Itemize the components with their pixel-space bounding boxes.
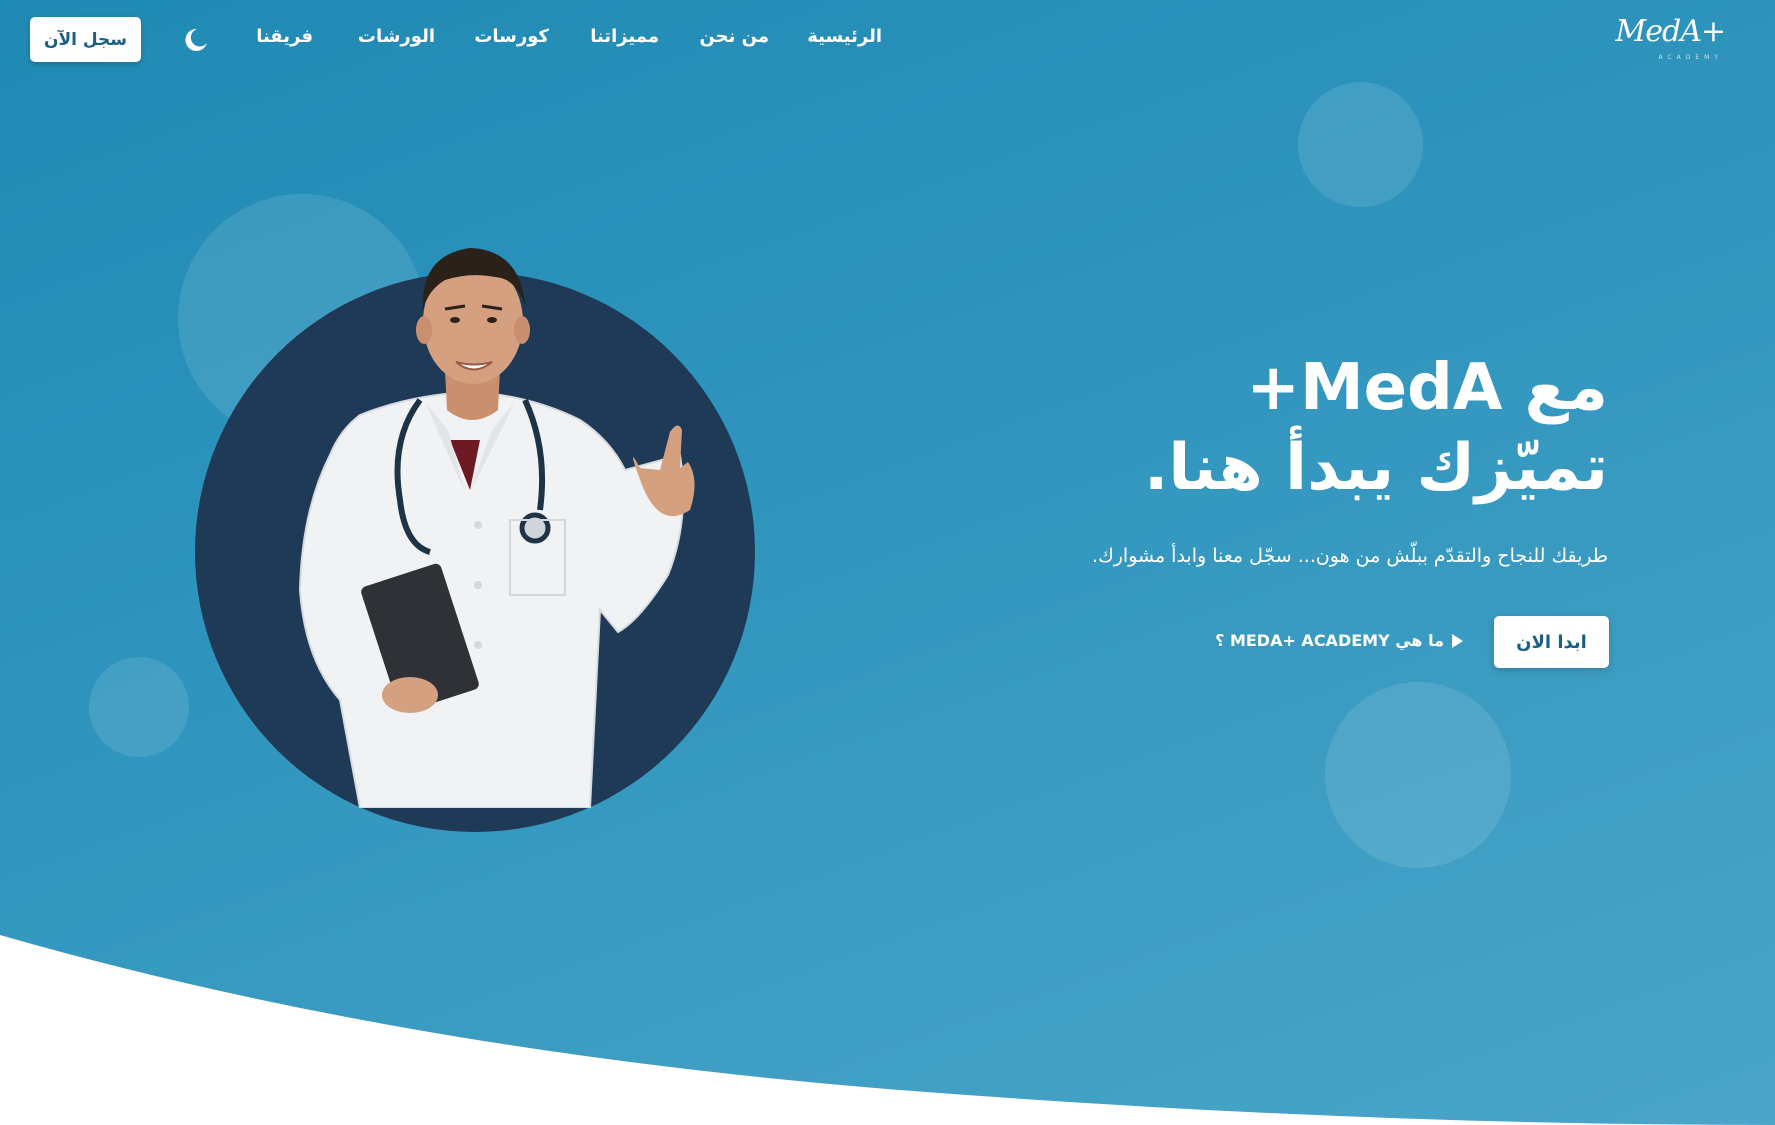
hero-subtitle: طريقك للنجاح والتقدّم ببلّش من هون... سج…: [1092, 545, 1608, 567]
what-is-academy-link[interactable]: ما هي MEDA+ ACADEMY ؟: [1215, 631, 1463, 650]
nav-link-home[interactable]: الرئيسية: [807, 26, 882, 47]
landing-page: MedA+ ACADEMY الرئيسية من نحن مميزاتنا ك…: [0, 0, 1775, 1125]
nav-link-about[interactable]: من نحن: [699, 26, 769, 47]
nav-link-courses[interactable]: كورسات: [474, 26, 549, 47]
register-button[interactable]: سجل الآن: [30, 17, 141, 62]
what-is-academy-label: ما هي MEDA+ ACADEMY ؟: [1215, 631, 1444, 650]
logo-subtitle: ACADEMY: [1658, 54, 1723, 61]
nav-link-workshops[interactable]: الورشات: [358, 26, 435, 47]
navbar: MedA+ ACADEMY الرئيسية من نحن مميزاتنا ك…: [0, 0, 1775, 80]
play-icon: [1452, 633, 1463, 648]
logo-text: MedA+: [1615, 14, 1726, 49]
logo[interactable]: MedA+ ACADEMY: [1616, 14, 1726, 64]
hero-title-line1: مع MedA+: [1246, 351, 1608, 425]
nav-link-features[interactable]: مميزاتنا: [590, 26, 659, 47]
hero-title: مع MedA+ تميّزك يبدأ هنا.: [908, 348, 1608, 508]
nav-link-team[interactable]: فريقنا: [256, 26, 313, 47]
moon-icon[interactable]: [181, 26, 209, 54]
start-now-button[interactable]: ابدا الان: [1494, 616, 1609, 668]
hero-title-line2: تميّزك يبدأ هنا.: [1144, 431, 1608, 505]
